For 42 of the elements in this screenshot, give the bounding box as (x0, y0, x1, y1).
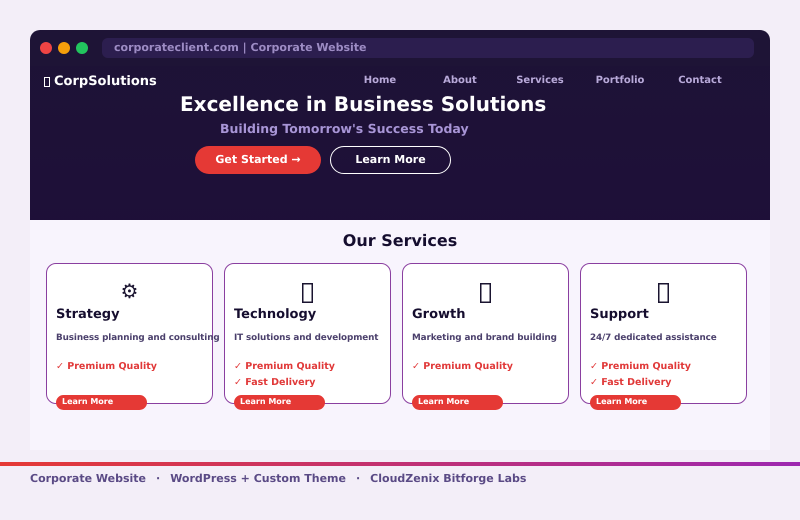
hero-title: Excellence in Business Solutions (180, 92, 548, 116)
missing-glyph-icon (302, 282, 313, 303)
footer-text: CloudZenix Bitforge Labs (370, 471, 526, 487)
learn-more-button[interactable]: Learn More (590, 394, 681, 410)
feature-item: ✓ Premium Quality (56, 360, 158, 374)
learn-more-button[interactable]: Learn More (234, 394, 325, 410)
separator-dot: · (156, 471, 160, 487)
card-description: 24/7 dedicated assistance (590, 332, 717, 345)
hero-subtitle: Building Tomorrow's Success Today (220, 120, 470, 138)
address-bar[interactable]: corporateclient.com | Corporate Website (102, 38, 754, 58)
feature-item: ✓ Premium Quality (234, 360, 336, 374)
card-title: Strategy (56, 307, 121, 323)
brand-name[interactable]: CorpSolutions (54, 72, 157, 92)
maximize-button[interactable] (76, 42, 88, 54)
get-started-button[interactable]: Get Started → (195, 146, 321, 174)
card-title: Technology (234, 307, 318, 323)
footer-text: WordPress + Custom Theme (170, 471, 346, 487)
nav-link[interactable]: Home (340, 73, 420, 88)
gear-icon: ⚙ (120, 279, 138, 303)
nav-link[interactable]: Portfolio (580, 73, 660, 88)
missing-glyph-icon (480, 282, 491, 303)
feature-item: ✓ Premium Quality (412, 360, 514, 374)
nav-link[interactable]: Services (500, 73, 580, 88)
learn-more-button[interactable]: Learn More (56, 394, 147, 410)
card-title: Support (590, 307, 650, 323)
separator-dot: · (356, 471, 360, 487)
feature-item: ✓ Fast Delivery (234, 376, 316, 390)
footer-text: Corporate Website (30, 471, 146, 487)
card-description: IT solutions and development (234, 332, 378, 345)
learn-more-button[interactable]: Learn More (330, 146, 451, 174)
section-heading: Our Services (342, 230, 458, 252)
feature-item: ✓ Fast Delivery (590, 376, 672, 390)
feature-item: ✓ Premium Quality (590, 360, 692, 374)
missing-glyph-icon (44, 76, 50, 86)
nav-link[interactable]: Contact (660, 73, 740, 88)
card-description: Marketing and brand building (412, 332, 557, 345)
close-button[interactable] (40, 42, 52, 54)
missing-glyph-icon (658, 282, 669, 303)
minimize-button[interactable] (58, 42, 70, 54)
nav-link[interactable]: About (420, 73, 500, 88)
card-title: Growth (412, 307, 466, 323)
learn-more-button[interactable]: Learn More (412, 394, 503, 410)
